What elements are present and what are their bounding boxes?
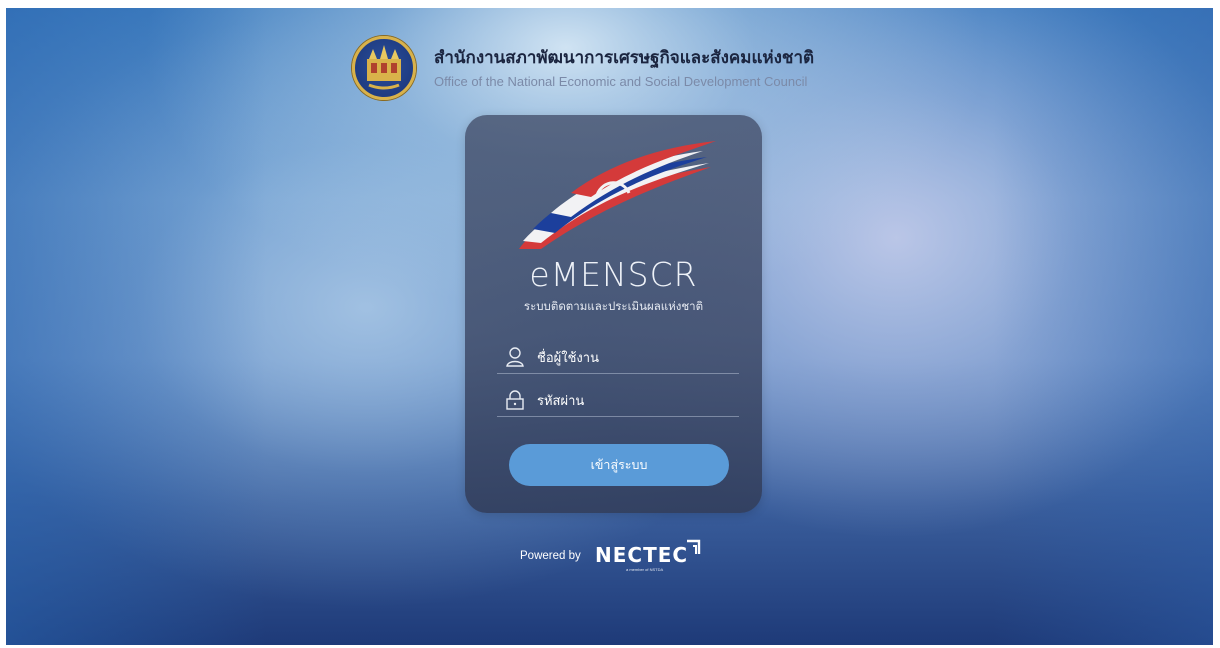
login-button[interactable]: เข้าสู่ระบบ [509, 444, 729, 486]
user-icon [505, 346, 525, 368]
organization-name-thai: สำนักงานสภาพัฒนาการเศรษฐกิจและสังคมแห่งช… [434, 48, 815, 67]
username-input[interactable] [537, 345, 732, 369]
emenscr-flag-logo [519, 141, 716, 249]
lock-icon [505, 389, 525, 411]
password-input[interactable] [537, 388, 732, 412]
username-field[interactable] [497, 343, 739, 374]
app-name: eMENSCR [529, 255, 698, 294]
nesdc-seal-icon [352, 36, 416, 100]
nectec-logo-text: NECTEC [595, 543, 689, 567]
nectec-mark-icon [687, 539, 701, 554]
powered-by-label: Powered by [520, 550, 581, 562]
app-subtitle: ระบบติดตามและประเมินผลแห่งชาติ [523, 301, 704, 313]
login-screen: สำนักงานสภาพัฒนาการเศรษฐกิจและสังคมแห่งช… [6, 8, 1213, 645]
organization-name-english: Office of the National Economic and Soci… [434, 74, 808, 89]
login-card: eMENSCR ระบบติดตามและประเมินผลแห่งชาติ ช… [465, 115, 762, 513]
nectec-tagline: a member of NSTDA [626, 567, 664, 572]
password-field[interactable] [497, 386, 739, 417]
